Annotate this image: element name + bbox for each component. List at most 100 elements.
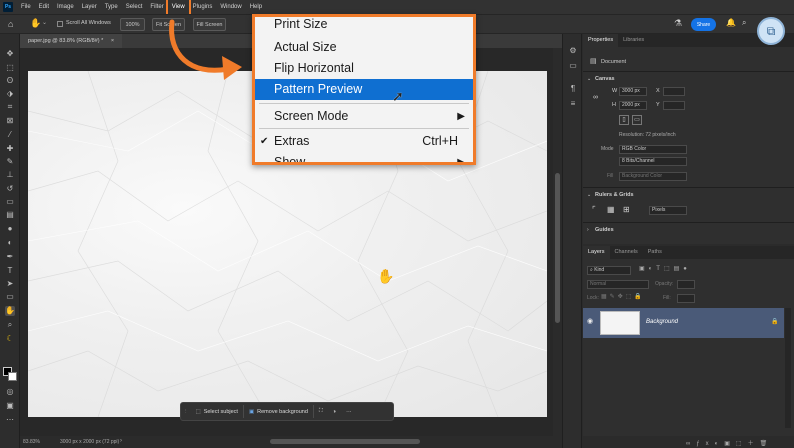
hand-tool-icon[interactable]: ✋ (5, 306, 15, 316)
blur-tool-icon[interactable]: ● (5, 224, 15, 234)
chevron-right-icon[interactable]: › (120, 438, 122, 444)
quick-mask-icon[interactable]: ◎ (5, 387, 15, 397)
tab-paths[interactable]: Paths (643, 246, 667, 259)
tab-properties[interactable]: Properties (583, 34, 619, 47)
grid-icon[interactable]: ▦ (607, 205, 615, 214)
lasso-tool-icon[interactable]: ʘ (5, 76, 15, 86)
y-field[interactable] (663, 101, 685, 110)
pen-tool-icon[interactable]: ✒ (5, 252, 15, 262)
home-icon[interactable]: ⌂ (8, 19, 13, 29)
marquee-tool-icon[interactable]: ⬚ (5, 63, 15, 73)
lock-icons[interactable]: ▦✎✥⬚🔒 (601, 293, 645, 300)
lock-icon[interactable]: 🔒 (771, 318, 778, 325)
photoshop-logo[interactable]: Ps (3, 2, 13, 12)
menu-window[interactable]: Window (216, 0, 245, 14)
menu-help[interactable]: Help (246, 0, 266, 14)
gradient-tool-icon[interactable]: ▤ (5, 210, 15, 220)
document-tab[interactable]: paper.jpg @ 83.8% (RGB/8#) * × (20, 34, 123, 48)
type-tool-icon[interactable]: T (5, 266, 15, 276)
background-color-swatch[interactable] (8, 372, 17, 381)
link-icon[interactable]: ∞ (593, 94, 598, 101)
menu-image[interactable]: Image (53, 0, 78, 14)
tab-channels[interactable]: Channels (610, 246, 643, 259)
units-select[interactable]: Pixels (649, 206, 687, 215)
menu-item-extras[interactable]: ✔ Extras Ctrl+H (255, 131, 473, 152)
menu-file[interactable]: File (17, 0, 35, 14)
move-tool-icon[interactable]: ✥ (5, 49, 15, 59)
crop-tool-icon[interactable]: ⌗ (5, 102, 15, 112)
fill-select[interactable]: Background Color (619, 172, 687, 181)
layer-filter-select[interactable]: ⌕ Kind (587, 266, 631, 275)
scroll-all-checkbox[interactable] (57, 21, 63, 27)
select-subject-button[interactable]: ⬚ Select subject (191, 404, 243, 419)
brush-tool-icon[interactable]: ✎ (5, 157, 15, 167)
close-icon[interactable]: × (111, 38, 114, 44)
height-field[interactable]: 2000 px (619, 101, 647, 110)
menu-filter[interactable]: Filter (146, 0, 167, 14)
eye-icon[interactable]: ◉ (587, 317, 593, 325)
horizontal-scrollbar[interactable] (270, 439, 420, 444)
width-field[interactable]: 3000 px (619, 87, 647, 96)
share-button[interactable]: Share (691, 18, 716, 31)
mode-select[interactable]: RGB Color (619, 145, 687, 154)
chevron-down-icon[interactable]: ⌄ (587, 76, 591, 82)
path-select-tool-icon[interactable]: ➤ (5, 279, 15, 289)
screen-mode-icon[interactable]: ▣ (5, 401, 15, 411)
menu-item-flip-horizontal[interactable]: Flip Horizontal (255, 58, 473, 79)
menu-edit[interactable]: Edit (35, 0, 53, 14)
adjustment-icon[interactable]: ◑ (328, 404, 341, 419)
zoom-tool-icon[interactable]: ⌕ (5, 320, 15, 330)
bit-depth-select[interactable]: 8 Bits/Channel (619, 157, 687, 166)
tab-libraries[interactable]: Libraries (618, 34, 649, 47)
history-brush-tool-icon[interactable]: ↺ (5, 184, 15, 194)
chevron-down-icon[interactable]: ⌄ (587, 192, 591, 198)
layers-scrollbar[interactable] (785, 308, 791, 428)
layer-action-icons[interactable]: ∞ƒx◐▣⬚＋🗑 (686, 438, 773, 447)
menu-item-actual-size[interactable]: Actual Size (255, 37, 473, 58)
ruler-icon[interactable]: ⌜ (592, 205, 596, 214)
healing-brush-tool-icon[interactable]: ✚ (5, 144, 15, 154)
eyedropper-tool-icon[interactable]: ⁄ (5, 130, 15, 140)
menu-item-show[interactable]: Show ▶ (255, 152, 473, 162)
menu-layer[interactable]: Layer (78, 0, 101, 14)
more-options-button[interactable]: ··· (341, 404, 357, 419)
guides-icon[interactable]: ⊞ (623, 205, 630, 214)
more-tools-icon[interactable]: ⋯ (5, 415, 15, 425)
bell-icon[interactable]: 🔔 (726, 18, 736, 27)
portrait-orientation-icon[interactable]: ▯ (619, 115, 629, 125)
paragraph-icon[interactable]: ¶ (568, 84, 578, 94)
opacity-field[interactable] (677, 280, 695, 289)
edit-toolbar-icon[interactable]: ☾ (5, 334, 15, 344)
drag-handle-icon[interactable]: ⋮ (181, 404, 191, 419)
search-icon[interactable]: ⌕ (742, 18, 746, 28)
vertical-scrollbar[interactable] (553, 48, 562, 436)
menu-item-screen-mode[interactable]: Screen Mode ▶ (255, 106, 473, 127)
adjustments-icon[interactable]: ⚙ (568, 46, 578, 56)
x-field[interactable] (663, 87, 685, 96)
chevron-right-icon[interactable]: › (587, 227, 589, 233)
dodge-tool-icon[interactable]: ◐ (5, 238, 15, 248)
frame-tool-icon[interactable]: ⊠ (5, 116, 15, 126)
menu-plugins[interactable]: Plugins (189, 0, 217, 14)
layer-row-background[interactable]: ◉ Background 🔒 (583, 308, 784, 338)
zoom-level[interactable]: 83.83% (23, 439, 40, 445)
fill-field[interactable] (677, 294, 695, 303)
align-icon[interactable]: ≡ (568, 99, 578, 109)
menu-select[interactable]: Select (122, 0, 147, 14)
remove-background-button[interactable]: ▣ Remove background (244, 404, 313, 419)
object-select-tool-icon[interactable]: ⬗ (5, 89, 15, 99)
menu-item-print-size[interactable]: Print Size (255, 17, 473, 35)
screen-capture-icon[interactable]: ⧉ (757, 17, 785, 45)
zoom-100-button[interactable]: 100% (120, 18, 145, 31)
transform-icon[interactable]: ⛶ (314, 404, 328, 419)
blend-mode-select[interactable]: Normal (587, 280, 649, 289)
menu-view[interactable]: View (165, 0, 191, 16)
eraser-tool-icon[interactable]: ▭ (5, 197, 15, 207)
landscape-orientation-icon[interactable]: ▭ (632, 115, 642, 125)
stamp-tool-icon[interactable]: ⊥ (5, 170, 15, 180)
menu-item-pattern-preview[interactable]: Pattern Preview ➚ (255, 79, 473, 104)
chevron-down-icon[interactable]: ⌄ (42, 19, 47, 26)
shape-tool-icon[interactable]: ▭ (5, 292, 15, 302)
layer-name[interactable]: Background (646, 319, 678, 325)
menu-type[interactable]: Type (101, 0, 122, 14)
